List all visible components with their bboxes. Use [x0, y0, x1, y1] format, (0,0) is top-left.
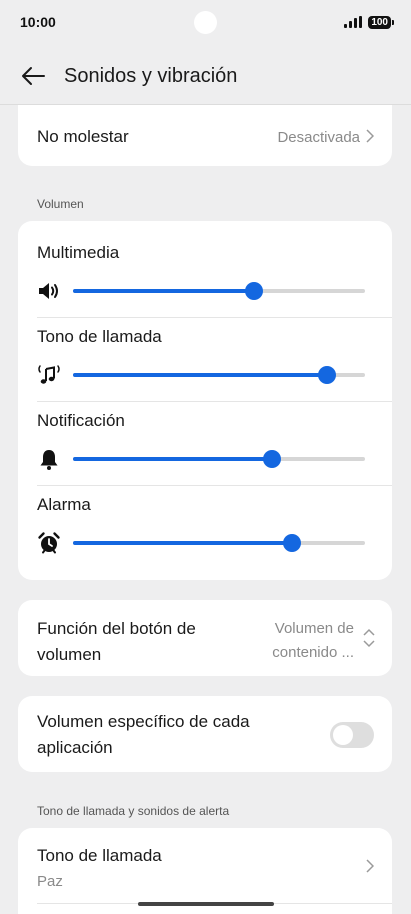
divider	[37, 401, 392, 402]
chevron-right-icon	[366, 859, 374, 873]
ringtone-volume-label: Tono de llamada	[37, 327, 162, 346]
chevron-right-icon	[366, 129, 374, 143]
media-volume-label: Multimedia	[37, 243, 120, 262]
signal-icon	[344, 16, 363, 28]
notification-volume-fill	[73, 457, 272, 461]
alarm-volume: Alarma	[37, 495, 373, 555]
ringtone-row[interactable]: Tono de llamada Paz	[18, 828, 392, 903]
notification-volume-label: Notificación	[37, 411, 125, 430]
per-app-volume-card: Volumen específico de cada aplicación	[18, 696, 392, 772]
media-volume-slider-row	[37, 279, 373, 303]
alarm-volume-fill	[73, 541, 292, 545]
ringtone-value: Paz	[37, 873, 63, 890]
notification-volume-thumb[interactable]	[262, 450, 281, 468]
ringtone-volume-slider[interactable]	[73, 366, 365, 384]
per-app-volume-label-line1: Volumen específico de cada	[37, 712, 250, 731]
do-not-disturb-row[interactable]: No molestar Desactivada	[18, 105, 392, 166]
notification-volume-slider-row	[37, 447, 373, 471]
ringtone-volume-thumb[interactable]	[318, 366, 337, 384]
ringtone-section-label: Tono de llamada y sonidos de alerta	[37, 804, 230, 818]
chevron-up-down-icon	[363, 628, 375, 648]
volume-card: Multimedia Tono de llamada Notificación …	[18, 221, 392, 580]
status-icons: 100	[344, 15, 394, 29]
toggle-knob	[333, 725, 353, 745]
alarm-clock-icon	[38, 532, 60, 554]
home-indicator[interactable]	[138, 902, 274, 906]
notification-volume: Notificación	[37, 411, 373, 471]
ringtone-volume-slider-row	[37, 363, 373, 387]
speaker-icon	[39, 283, 58, 299]
volume-button-value-line2: contenido ...	[272, 644, 354, 661]
battery-icon: 100	[368, 15, 394, 29]
ringtone-label: Tono de llamada	[37, 846, 162, 865]
do-not-disturb-value: Desactivada	[277, 129, 360, 146]
camera-cutout	[194, 11, 217, 34]
back-button[interactable]	[18, 61, 48, 91]
volume-section-label: Volumen	[37, 197, 84, 211]
bell-icon	[40, 450, 58, 470]
volume-button-label: Función del botón de volumen	[37, 616, 196, 668]
music-note-icon	[38, 365, 60, 384]
divider	[37, 485, 392, 486]
volume-button-value: Volumen de contenido ...	[272, 617, 354, 665]
per-app-volume-label-line2: aplicación	[37, 738, 113, 757]
media-volume-fill	[73, 289, 255, 293]
do-not-disturb-card: No molestar Desactivada	[18, 105, 392, 166]
volume-button-label-line2: volumen	[37, 645, 102, 664]
volume-button-card[interactable]: Función del botón de volumen Volumen de …	[18, 600, 392, 676]
arrow-left-icon	[22, 67, 45, 85]
volume-button-value-line1: Volumen de	[274, 620, 354, 637]
alarm-volume-label: Alarma	[37, 495, 91, 514]
do-not-disturb-label: No molestar	[37, 127, 129, 146]
status-time: 10:00	[20, 14, 56, 30]
alarm-volume-slider[interactable]	[73, 534, 365, 552]
ringtone-volume-fill	[73, 373, 328, 377]
media-volume-slider[interactable]	[73, 282, 365, 300]
volume-button-label-line1: Función del botón de	[37, 619, 196, 638]
ringtone-volume: Tono de llamada	[37, 327, 373, 387]
page-title: Sonidos y vibración	[64, 64, 238, 87]
app-bar: Sonidos y vibración	[0, 52, 411, 100]
alarm-volume-thumb[interactable]	[283, 534, 301, 552]
alarm-volume-slider-row	[37, 531, 373, 555]
per-app-volume-label: Volumen específico de cada aplicación	[37, 709, 250, 761]
divider	[37, 317, 392, 318]
media-volume-thumb[interactable]	[245, 282, 264, 300]
media-volume: Multimedia	[37, 243, 373, 303]
per-app-volume-toggle[interactable]	[330, 722, 374, 748]
notification-volume-slider[interactable]	[73, 450, 365, 468]
